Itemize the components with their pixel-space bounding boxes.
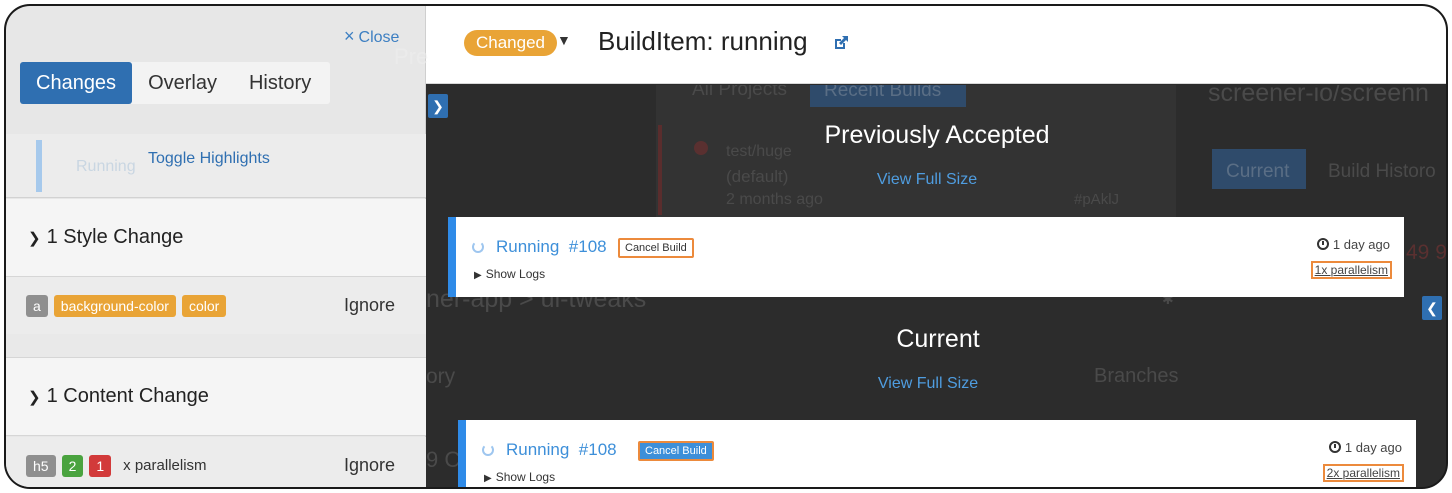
view-full-size-link-curr[interactable]: View Full Size xyxy=(828,375,1028,393)
build-time: 1 day ago xyxy=(1316,237,1390,252)
expand-left-icon[interactable]: ❮ xyxy=(1422,296,1442,320)
view-full-size-link-prev[interactable]: View Full Size xyxy=(827,171,1027,189)
chevron-down-icon: ❯ xyxy=(28,388,41,406)
caret-down-icon[interactable]: ▼ xyxy=(557,32,571,48)
build-link[interactable]: Running #108 xyxy=(506,440,617,460)
show-logs-label: Show Logs xyxy=(485,267,546,281)
build-time-label: 1 day ago xyxy=(1344,440,1402,455)
expand-right-icon[interactable]: ❯ xyxy=(428,94,448,118)
previously-accepted-caption: Previously Accepted xyxy=(824,121,1050,149)
bg-branches: Branches xyxy=(1094,365,1179,387)
content-change-text: x parallelism xyxy=(123,457,207,474)
build-number: #108 xyxy=(578,440,617,459)
bg-build-history: Build Historo xyxy=(1328,161,1436,182)
parallelism-link[interactable]: 2x parallelism xyxy=(1322,464,1404,482)
element-tag: a xyxy=(26,294,48,317)
content-change-heading: 1 Content Change xyxy=(46,385,209,407)
content-change-section-header[interactable]: ❯ 1 Content Change xyxy=(6,358,426,436)
bg-hash: #pAklJ xyxy=(1074,191,1120,208)
style-change-section-header[interactable]: ❯ 1 Style Change xyxy=(6,199,426,277)
bg-all-projects: All Projects xyxy=(692,85,788,100)
chevron-down-icon: ❯ xyxy=(28,229,41,247)
external-link-icon[interactable] xyxy=(832,34,850,52)
cancel-build-button[interactable]: Cancel Build xyxy=(618,238,694,258)
property-tag: background-color xyxy=(53,294,176,317)
tab-history[interactable]: History xyxy=(233,62,327,104)
running-label: Running xyxy=(496,237,560,256)
element-tag: h5 xyxy=(26,454,56,477)
tab-overlay[interactable]: Overlay xyxy=(132,62,233,104)
app-window: × Close Changes Overlay History Running T… xyxy=(4,4,1448,489)
removed-count-badge: 1 xyxy=(89,454,112,477)
bg-number-fragment: 49 9 xyxy=(1406,241,1447,264)
bg-default: (default) xyxy=(726,167,789,186)
bg-red-strip xyxy=(658,125,662,215)
panel-tabs: Changes Overlay History xyxy=(20,62,330,104)
build-card-previous: Running #108 Cancel Build ▶ Show Logs 1 d… xyxy=(448,217,1404,297)
ignore-content-button[interactable]: Ignore xyxy=(344,455,395,476)
ignore-style-button[interactable]: Ignore xyxy=(344,295,395,316)
style-change-heading: 1 Style Change xyxy=(46,226,184,248)
ghost-running-text: Running xyxy=(76,158,136,175)
bg-months-ago: 2 months ago xyxy=(726,191,823,208)
close-icon: × xyxy=(344,26,355,46)
tab-changes[interactable]: Changes xyxy=(20,62,133,104)
spinner-icon xyxy=(472,241,484,253)
show-logs-label: Show Logs xyxy=(495,470,556,484)
cancel-build-button[interactable]: Cancel Build xyxy=(638,441,714,461)
bg-pre-fragment: Pre xyxy=(394,44,429,69)
close-button[interactable]: × Close xyxy=(344,26,399,47)
build-card-current: Running #108 Cancel Build ▶ Show Logs 1 d… xyxy=(458,420,1416,487)
bg-history-fragment: ory xyxy=(426,365,456,388)
chevron-right-icon: ▶ xyxy=(484,473,492,484)
chevron-right-icon: ▶ xyxy=(474,270,482,281)
style-change-row: a background-color color Ignore xyxy=(6,277,426,335)
status-badge[interactable]: Changed xyxy=(464,30,558,56)
toggle-area: Running Toggle Highlights xyxy=(6,134,426,198)
property-tag: color xyxy=(181,294,227,317)
bg-current: Current xyxy=(1226,161,1290,182)
added-count-badge: 2 xyxy=(61,454,84,477)
bg-nine-c: 9 C xyxy=(426,447,461,472)
toggle-highlights-link[interactable]: Toggle Highlights xyxy=(148,150,270,168)
changes-panel: × Close Changes Overlay History Running T… xyxy=(6,6,426,487)
page-title: BuildItem: running xyxy=(598,26,808,56)
spinner-icon xyxy=(482,444,494,456)
clock-icon xyxy=(1316,238,1329,250)
running-label: Running xyxy=(506,440,570,459)
build-time: 1 day ago xyxy=(1328,440,1402,455)
section-divider xyxy=(6,334,426,358)
parallelism-link[interactable]: 1x parallelism xyxy=(1310,261,1392,279)
bg-recent-builds: Recent Builds xyxy=(824,85,942,101)
bg-alert-icon xyxy=(694,141,708,155)
content-change-row: h5 2 1 x parallelism Ignore xyxy=(6,437,426,487)
build-number: #108 xyxy=(568,237,607,256)
build-link[interactable]: Running #108 xyxy=(496,237,607,257)
header-bar: Changed ▼ BuildItem: running xyxy=(426,6,1446,84)
build-time-label: 1 day ago xyxy=(1332,237,1390,252)
clock-icon xyxy=(1328,441,1341,453)
show-logs-toggle[interactable]: ▶ Show Logs xyxy=(474,267,545,281)
show-logs-toggle[interactable]: ▶ Show Logs xyxy=(484,470,555,484)
current-caption: Current xyxy=(896,325,980,353)
bg-repo-title: screener-io/screenn xyxy=(1208,85,1429,107)
ghost-card-strip xyxy=(36,140,42,192)
